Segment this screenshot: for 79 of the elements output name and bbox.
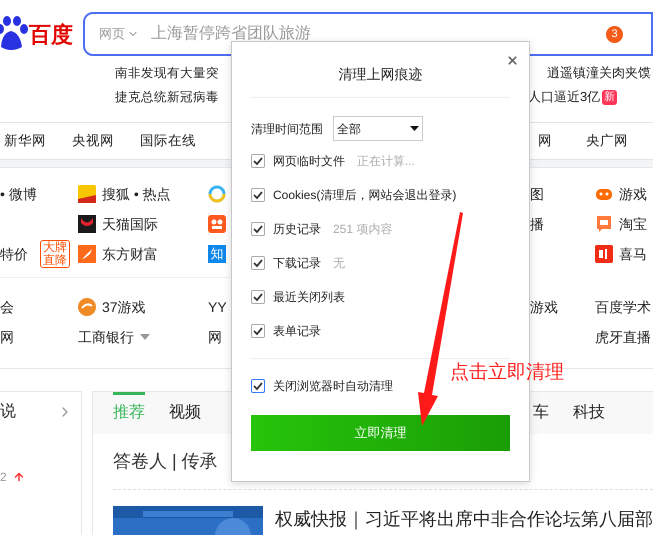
headline[interactable]: 答卷人 | 传承 xyxy=(113,451,218,471)
promo-badge: 大牌直降 xyxy=(40,240,70,268)
two-dots-tile-icon xyxy=(208,215,226,233)
stat-value: 2 xyxy=(0,469,7,486)
app-tile[interactable]: 知 xyxy=(208,245,226,263)
feed-tab[interactable]: 车 xyxy=(533,392,549,434)
nav-link[interactable]: 网 xyxy=(538,130,552,152)
dialog-title: 清理上网痕迹 xyxy=(338,65,422,84)
caret-icon xyxy=(410,126,419,131)
check-icon xyxy=(253,292,263,302)
site-link[interactable]: 图 xyxy=(530,184,544,204)
site-link[interactable]: YY xyxy=(208,296,227,318)
site-link[interactable]: 东方财富 xyxy=(102,244,158,264)
search-query: 上海暂停跨省团队旅游 xyxy=(151,24,311,44)
site-link[interactable]: 游戏 xyxy=(530,296,558,318)
site-link[interactable]: 喜马 xyxy=(619,244,647,264)
feather-icon xyxy=(78,245,96,263)
checkbox[interactable] xyxy=(251,256,265,270)
check-icon xyxy=(253,326,263,336)
checkbox[interactable] xyxy=(251,290,265,304)
option-label: 下载记录 xyxy=(273,255,321,272)
nav-link[interactable]: 新华网 xyxy=(4,130,46,152)
site-link[interactable]: 工商银行 xyxy=(78,326,134,348)
check-icon xyxy=(253,381,263,391)
site-link[interactable]: 网 xyxy=(0,326,14,348)
cat-face-icon xyxy=(78,215,96,233)
arrow-up-icon xyxy=(12,471,25,483)
checkbox[interactable] xyxy=(251,222,265,236)
site-link[interactable]: • 微博 xyxy=(0,184,37,204)
site-link[interactable]: 网 xyxy=(208,326,222,348)
option-label: 最近关闭列表 xyxy=(273,289,345,306)
site-link[interactable]: 天猫国际 xyxy=(102,214,158,234)
checkbox[interactable] xyxy=(251,154,265,168)
checkbox[interactable] xyxy=(251,379,265,393)
checkbox[interactable] xyxy=(251,324,265,338)
site-link[interactable]: 37游戏 xyxy=(102,296,146,318)
nav-link[interactable]: 国际在线 xyxy=(140,130,196,152)
news-link[interactable]: 南非发现有大量突 xyxy=(115,66,219,80)
news-link[interactable]: 逍遥镇潼关肉夹馍 xyxy=(547,63,651,83)
option-label: 历史记录 xyxy=(273,221,321,238)
nav-link[interactable]: 央视网 xyxy=(72,130,114,152)
site-link[interactable]: 游戏 xyxy=(619,184,647,204)
site-link[interactable]: 虎牙直播 xyxy=(595,326,651,348)
site-link[interactable]: 搜狐 • 热点 xyxy=(102,184,171,204)
site-link[interactable]: 淘宝 xyxy=(619,214,647,234)
annotation-text: 点击立即清理 xyxy=(450,361,564,385)
logo-text: 百度 xyxy=(29,20,73,48)
check-icon xyxy=(253,190,263,200)
feed-tab[interactable]: 科技 xyxy=(573,392,605,434)
check-icon xyxy=(253,156,263,166)
option-label: 网页临时文件 xyxy=(273,153,345,170)
new-tag: 新 xyxy=(602,90,618,104)
feed-tab[interactable]: 视频 xyxy=(169,392,201,434)
chat-bubble-icon xyxy=(595,215,613,233)
close-icon[interactable] xyxy=(506,54,519,67)
checkbox[interactable] xyxy=(251,188,265,202)
site-link[interactable]: 特价 xyxy=(0,244,28,264)
news-title[interactable]: 权威快报｜习近平将出席中非合作论坛第八届部 xyxy=(275,506,653,535)
site-link[interactable]: 播 xyxy=(530,214,544,234)
site-link[interactable]: 百度学术 xyxy=(595,296,651,318)
option-note: 251 项内容 xyxy=(333,221,392,238)
option-label: Cookies(清理后，网站会退出登录) xyxy=(273,187,456,204)
option-label: 表单记录 xyxy=(273,323,321,340)
count-badge: 3 xyxy=(606,26,623,42)
site-link[interactable]: 会 xyxy=(0,296,14,318)
audio-tile-icon xyxy=(595,245,613,263)
news-link[interactable]: 捷克总统新冠病毒 xyxy=(115,90,219,104)
check-icon xyxy=(253,258,263,268)
paw-icon xyxy=(0,15,28,53)
option-note: 无 xyxy=(333,255,345,272)
nav-link[interactable]: 央广网 xyxy=(586,130,628,152)
ring-icon xyxy=(208,185,226,203)
ball-icon xyxy=(78,298,96,316)
option-note: 正在计算... xyxy=(357,153,416,170)
option-label: 关闭浏览器时自动清理 xyxy=(273,378,393,395)
range-label: 清理时间范围 xyxy=(251,120,323,138)
range-select[interactable]: 全部 xyxy=(333,116,423,141)
card-title: 说 xyxy=(0,402,16,422)
check-icon xyxy=(253,224,263,234)
